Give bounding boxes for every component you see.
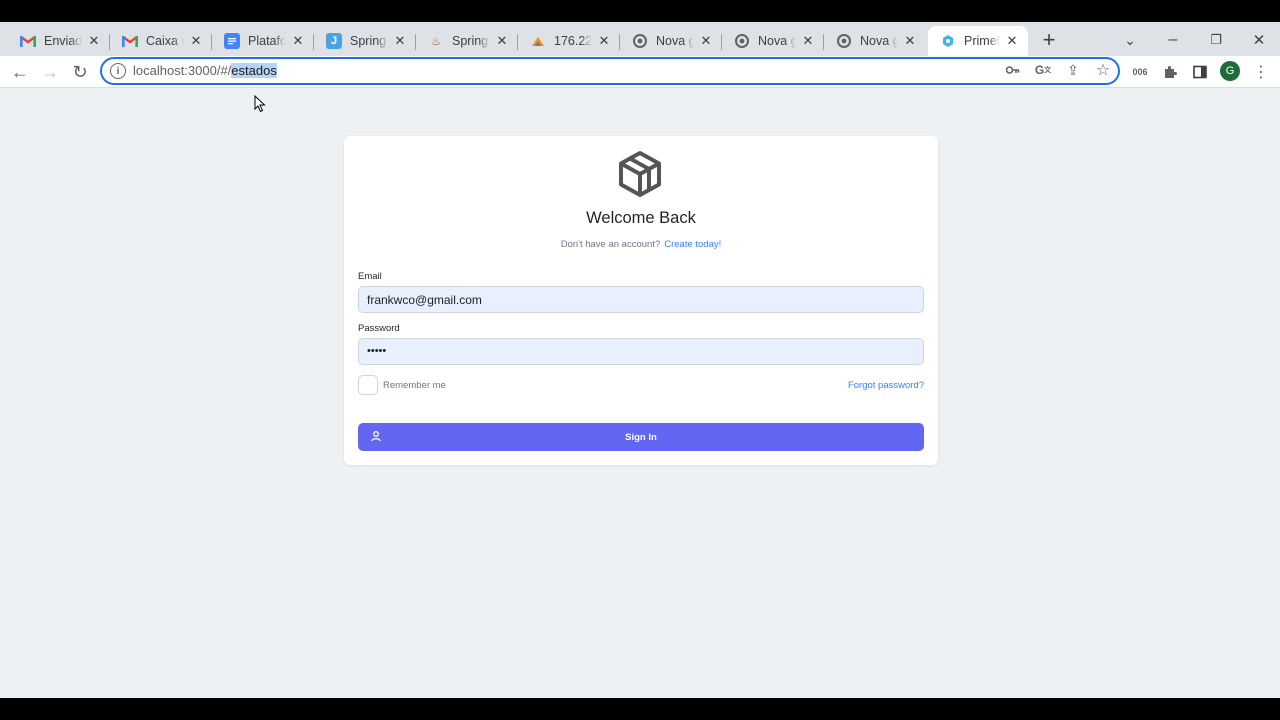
bookmark-star-icon[interactable]: ☆ [1093,60,1113,80]
browser-window: Enviados ✕ Caixa de entrada ✕ Plataforma… [0,22,1280,698]
tab-title: Caixa de entrada [146,34,184,48]
new-tab-icon[interactable]: + [1035,26,1063,54]
chrome-icon [836,33,852,49]
user-icon [371,431,381,442]
tab-active[interactable]: PrimeReact ✕ [928,26,1028,56]
address-bar[interactable]: i localhost:3000/#/estados [100,57,1120,85]
share-icon[interactable]: ⇪ [1063,60,1083,80]
chrome-icon [734,33,750,49]
close-icon[interactable]: ✕ [290,33,306,49]
close-icon[interactable]: ✕ [596,33,612,49]
tab[interactable]: Enviados ✕ [8,26,110,56]
primereact-icon [940,33,956,49]
back-icon[interactable]: ← [6,58,34,86]
minimize-icon[interactable]: – [1159,26,1187,54]
tab[interactable]: J Spring Boot ✕ [314,26,416,56]
tab-title: Nova guia [860,34,898,48]
close-icon[interactable]: ✕ [698,33,714,49]
tab[interactable]: Nova guia ✕ [620,26,722,56]
url-prefix: localhost:3000/#/ [133,63,232,78]
tab-search-icon[interactable]: ⌄ [1116,26,1144,54]
key-icon[interactable] [1003,60,1023,80]
close-icon[interactable]: ✕ [1004,33,1020,49]
tab-strip: Enviados ✕ Caixa de entrada ✕ Plataforma… [0,22,1280,56]
avatar[interactable]: G [1220,61,1240,81]
tab[interactable]: 176.223 ✕ [518,26,620,56]
email-label: Email [358,271,382,282]
tab-title: PrimeReact [964,34,1000,48]
tab-title: Nova guia [656,34,694,48]
sign-in-label: Sign In [625,431,657,443]
tab-title: Plataforma [248,34,286,48]
tab-title: Nova guia [758,34,796,48]
browser-toolbar: ← → ↻ i localhost:3000/#/estados G文 ⇪ ☆ … [0,56,1280,88]
tab[interactable]: Nova guia ✕ [722,26,824,56]
window-close-icon[interactable]: ✕ [1245,26,1273,54]
close-icon[interactable]: ✕ [188,33,204,49]
gmail-icon [20,33,36,49]
tab-title: 176.223 [554,34,592,48]
tab[interactable]: Nova guia ✕ [824,26,926,56]
gmail-icon [122,33,138,49]
password-label: Password [358,323,400,334]
forgot-password-link[interactable]: Forgot password? [848,380,924,391]
close-icon[interactable]: ✕ [392,33,408,49]
translate-icon[interactable]: G文 [1033,60,1053,80]
tab[interactable]: Caixa de entrada ✕ [110,26,212,56]
tab-title: Spring Boot [350,34,388,48]
mouse-cursor-icon [254,95,266,113]
tab-title: Spring Boot [452,34,490,48]
close-icon[interactable]: ✕ [494,33,510,49]
email-field[interactable]: frankwco@gmail.com [358,286,924,313]
cube-logo-icon [619,151,661,197]
url-text: localhost:3000/#/estados [133,63,277,78]
create-account-link[interactable]: Create today! [664,239,721,250]
tab[interactable]: ♨ Spring Boot ✕ [416,26,518,56]
forward-icon[interactable]: → [36,58,64,86]
sign-in-button[interactable]: Sign In [358,423,924,451]
password-field[interactable]: ••••• [358,338,924,365]
jar-icon: ♨ [431,35,441,48]
url-selected: estados [231,63,277,78]
docs-icon [224,33,240,49]
tab-title: Enviados [44,34,82,48]
puzzle-icon[interactable] [1158,60,1182,84]
chrome-icon [632,33,648,49]
page-title: Welcome Back [586,209,696,227]
close-icon[interactable]: ✕ [902,33,918,49]
remember-me-label: Remember me [383,380,446,391]
side-panel-icon[interactable] [1188,60,1212,84]
j-icon: J [326,33,342,49]
remember-me-checkbox[interactable] [358,375,378,395]
reload-icon[interactable]: ↻ [66,58,94,86]
login-card: Welcome Back Don't have an account? Creat… [344,136,938,465]
restore-icon[interactable]: ❐ [1202,26,1230,54]
extension-icon[interactable]: 006 [1128,60,1152,84]
tab[interactable]: Plataforma ✕ [212,26,314,56]
pma-icon [530,33,546,49]
close-icon[interactable]: ✕ [86,33,102,49]
signup-prompt: Don't have an account? Create today! [344,239,938,250]
signup-prompt-text: Don't have an account? [560,239,661,250]
close-icon[interactable]: ✕ [800,33,816,49]
site-info-icon[interactable]: i [110,63,126,79]
menu-dots-icon[interactable]: ⋮ [1249,60,1273,84]
